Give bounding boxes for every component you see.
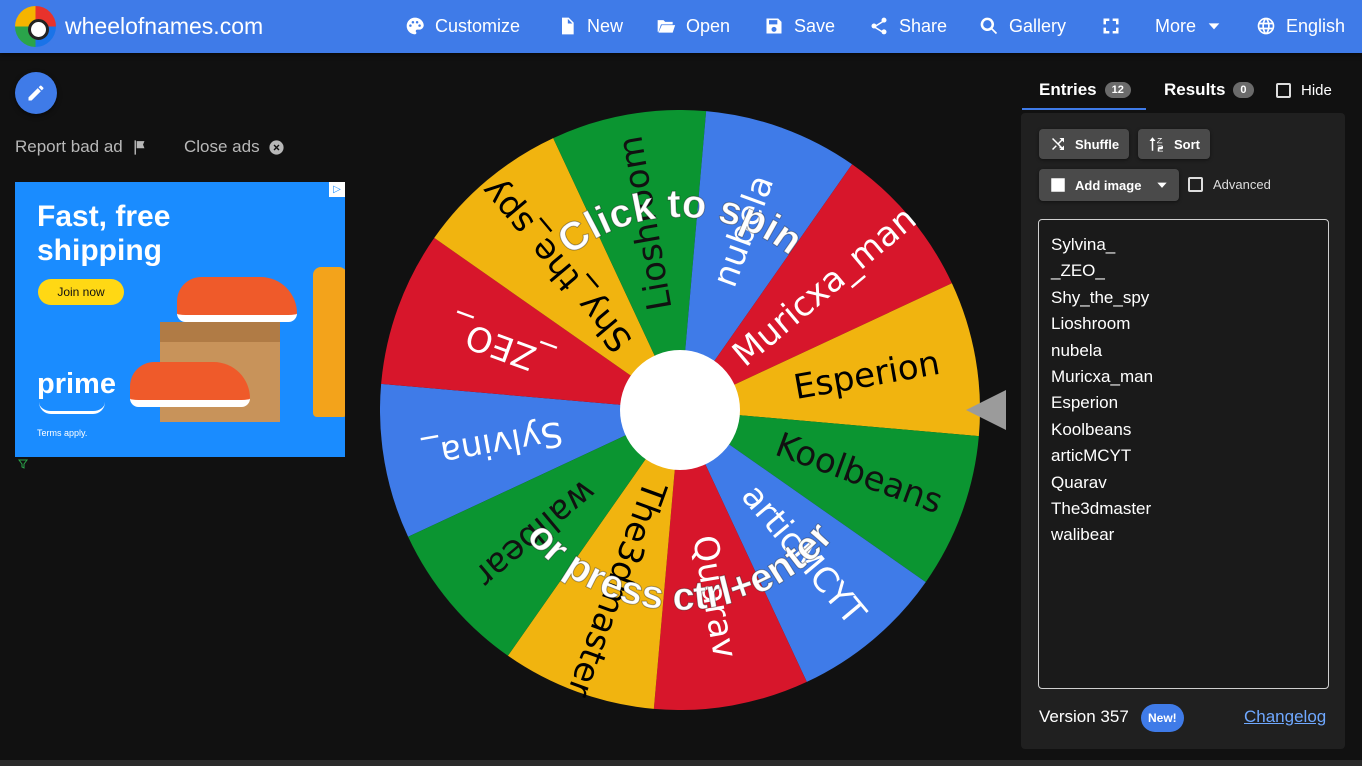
close-ads-link[interactable]: Close ads — [184, 137, 285, 157]
add-image-label: Add image — [1075, 177, 1142, 193]
share-button[interactable]: Share — [869, 15, 947, 37]
close-circle-icon — [269, 139, 284, 155]
hide-checkbox-box[interactable] — [1276, 83, 1291, 98]
entry-line: articMCYT — [1051, 446, 1132, 466]
top-bar: wheelofnames.com Customize New Open Save… — [0, 0, 1362, 53]
ad-join-button[interactable]: Join now — [38, 279, 124, 305]
more-label: More — [1155, 15, 1197, 36]
pencil-icon — [28, 85, 44, 101]
entry-line: walibear — [1051, 525, 1115, 545]
flag-icon — [134, 139, 145, 155]
advertisement-banner[interactable]: Fast, free shipping Join now prime Terms… — [15, 182, 345, 457]
save-label: Save — [794, 15, 836, 36]
spin-wheel[interactable]: Sylvina_ _ZEO_ Shy_the_spy Lioshroom nubela M… — [380, 109, 980, 710]
advanced-label: Advanced — [1213, 177, 1271, 192]
chevron-down-icon — [1208, 23, 1220, 30]
save-button[interactable]: Save — [764, 15, 835, 37]
ad-bottle-image — [313, 267, 345, 417]
entry-line: nubela — [1051, 340, 1103, 360]
changelog-link[interactable]: Changelog — [1244, 707, 1326, 727]
tab-results[interactable]: Results 0 — [1164, 80, 1254, 100]
entry-line: Esperion — [1051, 393, 1119, 413]
advanced-checkbox-box[interactable] — [1188, 177, 1203, 192]
version-label: Version 357 — [1039, 707, 1129, 726]
entry-line: Shy_the_spy — [1051, 287, 1150, 307]
sort-icon — [1149, 137, 1163, 152]
language-label: English — [1286, 15, 1346, 36]
new-badge: New! — [1141, 704, 1184, 732]
customize-button[interactable]: Customize — [405, 15, 520, 37]
entry-line: _ZEO_ — [1051, 261, 1105, 281]
ad-shoe-image-2 — [130, 362, 250, 407]
globe-icon — [1257, 17, 1275, 35]
wheel-svg[interactable]: Sylvina__ZEO_Shy_the_spyLioshroom nubelaM… — [380, 109, 980, 710]
active-tab-indicator — [1022, 108, 1146, 110]
folder-open-icon — [657, 20, 676, 33]
entries-count-badge: 12 — [1104, 82, 1131, 98]
entry-line: Koolbeans — [1051, 419, 1132, 439]
entries-textarea[interactable]: Sylvina_ _ZEO_ Shy_the_spy Lioshroom nub… — [1038, 219, 1329, 689]
hide-checkbox[interactable]: Hide — [1276, 82, 1332, 99]
gallery-label: Gallery — [1009, 15, 1067, 36]
wheel-center[interactable] — [620, 350, 740, 470]
ad-shoe-image — [177, 277, 297, 322]
new-file-icon — [562, 17, 574, 35]
bottom-bar — [0, 760, 1362, 766]
tab-results-label: Results — [1164, 80, 1226, 99]
shuffle-button[interactable]: Shuffle — [1039, 129, 1130, 159]
customize-label: Customize — [435, 15, 521, 36]
results-count-badge: 0 — [1233, 82, 1254, 98]
fullscreen-button[interactable] — [1101, 15, 1121, 37]
tab-entries[interactable]: Entries 12 — [1039, 80, 1131, 100]
sort-label: Sort — [1174, 136, 1200, 152]
open-button[interactable]: Open — [656, 15, 730, 37]
report-bad-ad-label: Report bad ad — [15, 137, 123, 156]
ad-terms: Terms apply. — [37, 428, 88, 438]
share-icon — [871, 17, 887, 35]
share-label: Share — [899, 15, 948, 36]
new-label: New — [587, 15, 624, 36]
site-title[interactable]: wheelofnames.com — [65, 13, 263, 40]
open-label: Open — [686, 15, 731, 36]
gallery-button[interactable]: Gallery — [979, 15, 1066, 37]
palette-icon — [406, 17, 424, 35]
more-menu[interactable]: More — [1155, 15, 1222, 37]
shuffle-icon — [1052, 138, 1064, 150]
save-icon — [766, 18, 782, 34]
advanced-checkbox[interactable]: Advanced — [1188, 177, 1271, 192]
edit-button[interactable] — [15, 72, 57, 114]
image-icon — [1051, 178, 1065, 192]
add-image-dropdown[interactable]: Add image — [1039, 169, 1180, 201]
language-selector[interactable]: English — [1256, 15, 1345, 37]
entry-line: Sylvina_ — [1051, 235, 1116, 254]
entry-line: Lioshroom — [1051, 314, 1131, 334]
report-bad-ad-link[interactable]: Report bad ad — [15, 137, 148, 157]
search-icon — [980, 17, 998, 35]
entry-line: Quarav — [1051, 472, 1107, 492]
sort-button[interactable]: Sort — [1138, 129, 1210, 159]
new-button[interactable]: New — [557, 15, 623, 37]
shuffle-label: Shuffle — [1075, 136, 1120, 152]
close-ads-label: Close ads — [184, 137, 260, 156]
wheel-pointer — [966, 390, 1006, 430]
entry-line: Muricxa_man — [1051, 367, 1154, 387]
logo-icon[interactable] — [15, 6, 56, 47]
ad-smile-logo — [39, 402, 105, 414]
entry-line: The3dmaster — [1051, 499, 1152, 519]
tab-entries-label: Entries — [1039, 80, 1097, 99]
ad-headline: Fast, free shipping — [37, 200, 171, 267]
ad-prime-logo: prime — [37, 368, 116, 400]
fullscreen-icon — [1103, 18, 1119, 34]
hide-label: Hide — [1301, 82, 1332, 99]
chevron-down-icon — [1157, 182, 1168, 188]
ad-feedback-icon[interactable] — [18, 459, 28, 469]
adchoices-icon[interactable]: ▷ — [329, 182, 345, 197]
